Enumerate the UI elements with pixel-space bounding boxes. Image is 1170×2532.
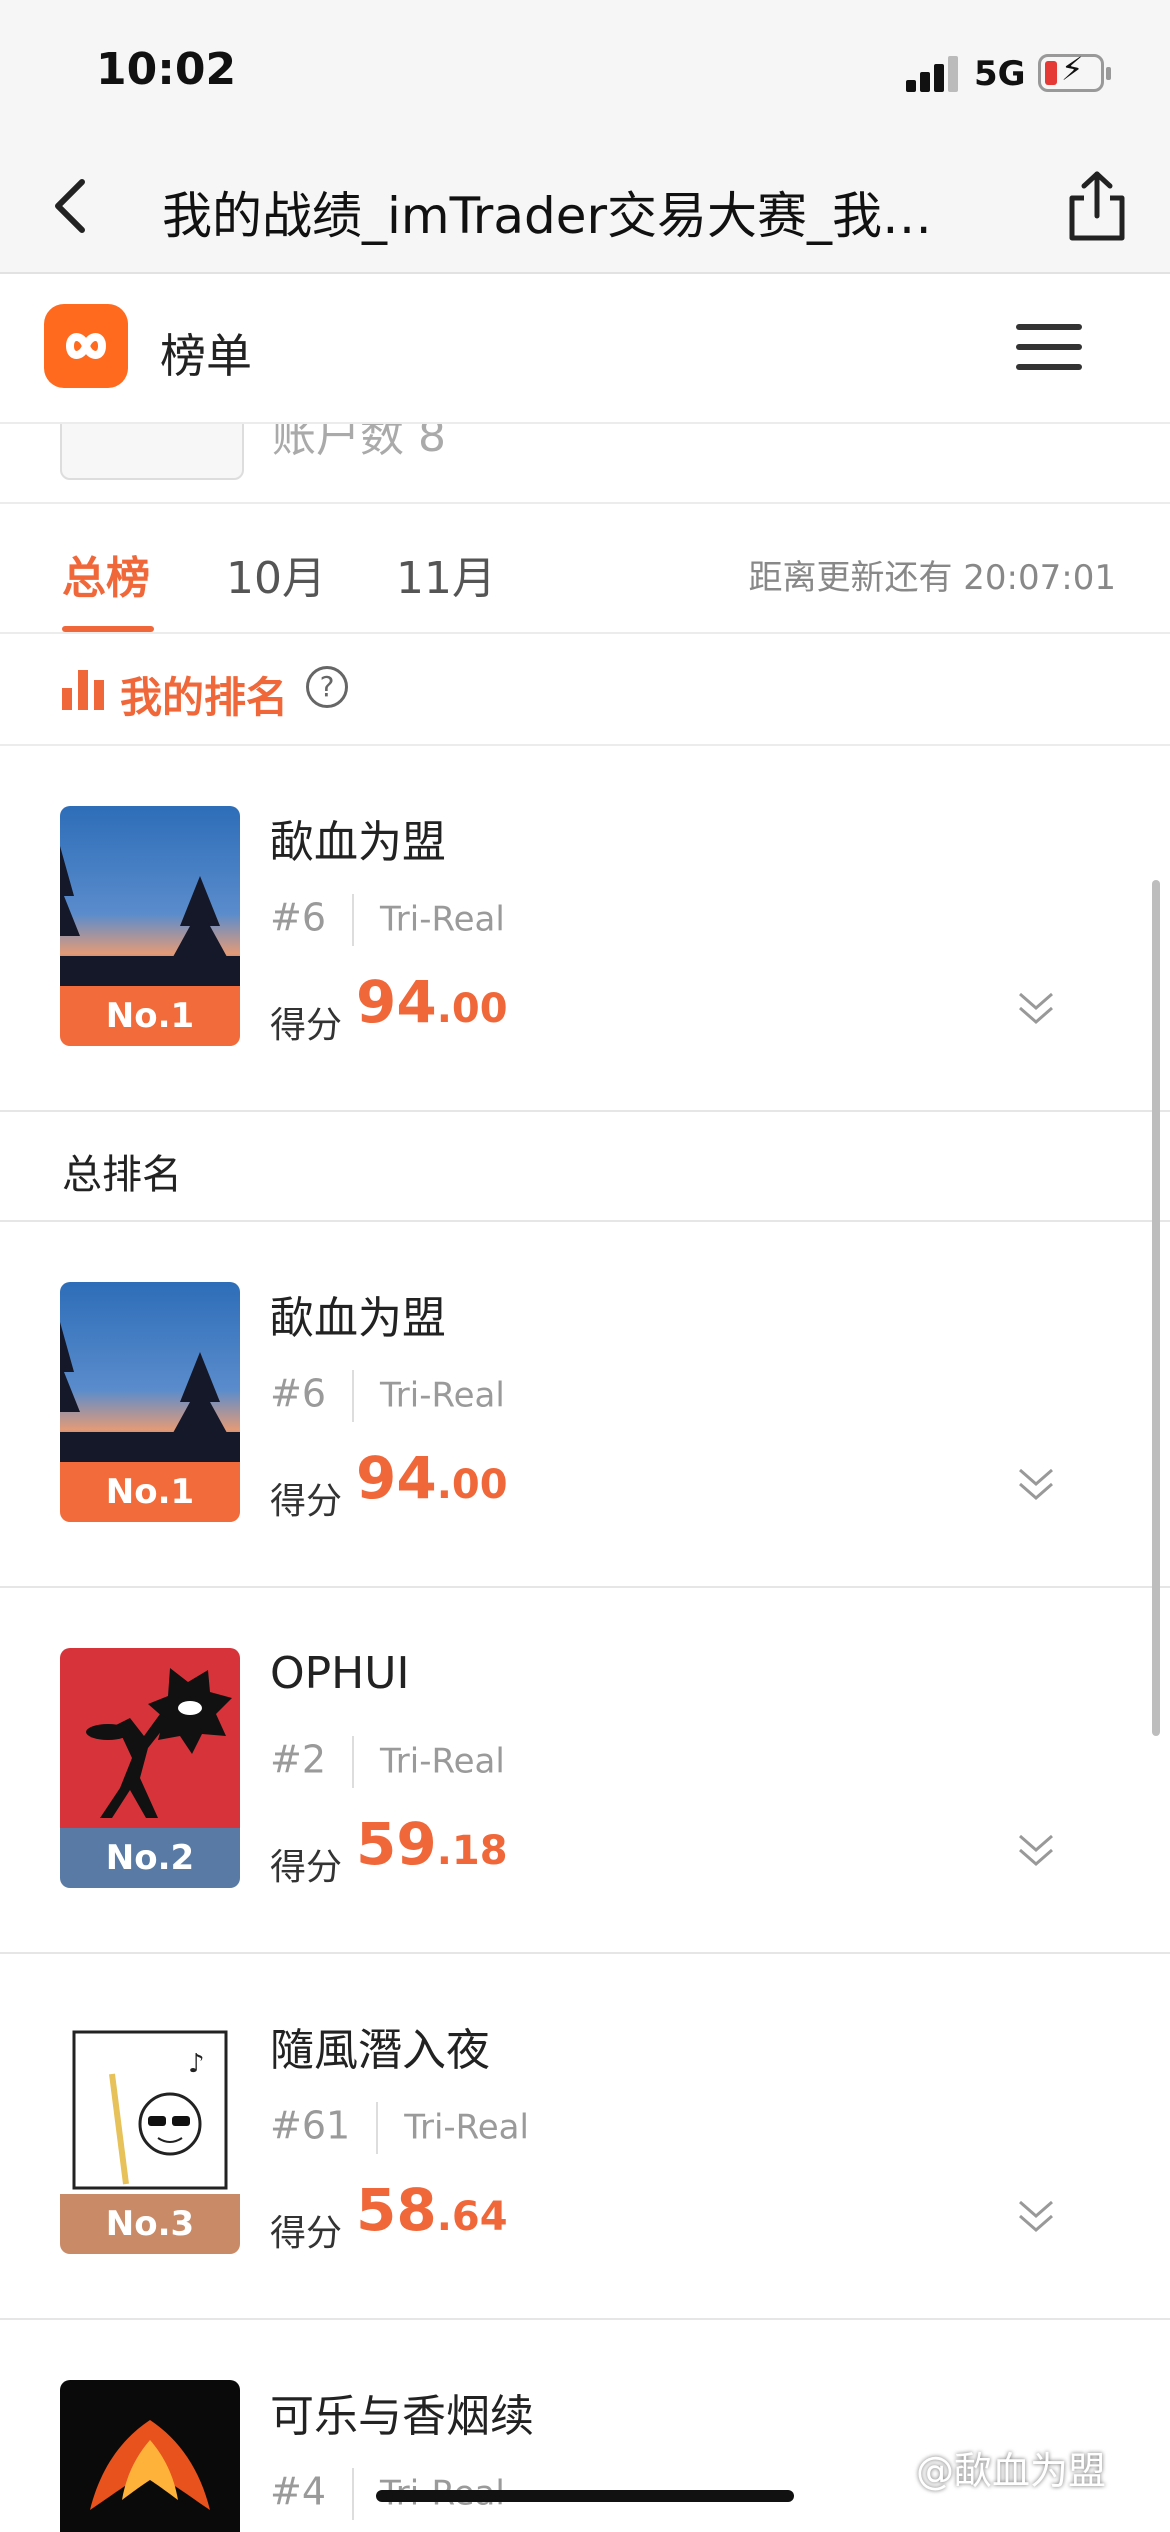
- tab-november[interactable]: 11月: [396, 542, 496, 606]
- countdown-time: 20:07:01: [963, 558, 1116, 598]
- rank-badge: No.1: [60, 986, 240, 1046]
- ranking-card-1[interactable]: No.1 歃血为盟 #6 Tri-Real 得分 94.00: [0, 1222, 1170, 1588]
- double-chevron-down-icon[interactable]: [1014, 1462, 1058, 1506]
- network-type: 5G: [974, 54, 1026, 94]
- user-name: OPHUI: [270, 1648, 410, 1699]
- red-cartoon-avatar-image: [60, 1648, 240, 1828]
- watermark: @歃血为盟: [916, 2449, 1107, 2493]
- score-value: 94.00: [356, 1444, 508, 1512]
- rank-badge: No.1: [60, 1462, 240, 1522]
- account-type: Tri-Real: [380, 1375, 505, 1416]
- status-bar: 10:02 5G ⚡: [0, 0, 1170, 140]
- user-id: #6: [270, 895, 327, 940]
- share-icon[interactable]: [1062, 170, 1132, 242]
- score-dec: .18: [436, 1828, 508, 1874]
- account-type: Tri-Real: [404, 2107, 529, 2148]
- sunset-avatar-image: [60, 806, 240, 986]
- user-name: 隨風潛入夜: [270, 2025, 490, 2076]
- menu-icon[interactable]: [1016, 324, 1082, 370]
- tab-october[interactable]: 10月: [226, 542, 326, 606]
- user-meta: #61 Tri-Real: [270, 2102, 529, 2154]
- help-icon[interactable]: ?: [306, 666, 348, 708]
- avatar: ♪ No.3: [60, 2014, 240, 2254]
- user-name: 歃血为盟: [270, 817, 446, 868]
- my-rank-label: 我的排名: [120, 673, 289, 722]
- double-chevron-down-icon[interactable]: [1014, 1828, 1058, 1872]
- avatar: No.2: [60, 1648, 240, 1888]
- double-chevron-down-icon[interactable]: [1014, 986, 1058, 1030]
- score-dec: .64: [436, 2194, 508, 2240]
- nav-bar: 我的战绩_imTrader交易大赛_我…: [0, 140, 1170, 274]
- my-rank-card[interactable]: No.1 歃血为盟 #6 Tri-Real 得分 94.00: [0, 746, 1170, 1112]
- score-value: 94.00: [356, 968, 508, 1036]
- infinity-logo-icon: [65, 333, 107, 359]
- app-logo: [44, 304, 128, 388]
- avatar: No.1: [60, 1282, 240, 1522]
- score-dec: .00: [436, 1462, 508, 1508]
- tab-overall[interactable]: 总榜: [62, 542, 150, 606]
- score-label: 得分: [270, 1847, 343, 1888]
- svg-text:♪: ♪: [188, 2049, 205, 2079]
- user-meta: #6 Tri-Real: [270, 894, 505, 946]
- phoenix-avatar-image: [60, 2380, 240, 2532]
- partial-text: 账户数 8: [272, 424, 446, 462]
- bar-chart-icon: [62, 670, 104, 710]
- score-int: 58: [356, 2176, 437, 2244]
- rank-badge: No.3: [60, 2194, 240, 2254]
- user-name: 歃血为盟: [270, 1293, 446, 1344]
- rank-badge: No.2: [60, 1828, 240, 1888]
- user-meta: #6 Tri-Real: [270, 1370, 505, 1422]
- battery-icon: ⚡: [1038, 53, 1111, 92]
- user-id: #61: [270, 2103, 351, 2148]
- score-label: 得分: [270, 1481, 343, 1522]
- signal-icon: [906, 56, 962, 92]
- overall-ranking-header: 总排名: [0, 1112, 1170, 1222]
- section-title: 总排名: [62, 1152, 182, 1198]
- user-name: 可乐与香烟续: [270, 2391, 534, 2442]
- avatar: No.1: [60, 806, 240, 1046]
- score-dec: .00: [436, 986, 508, 1032]
- partial-row: 账户数 8: [0, 424, 1170, 504]
- avatar: [60, 2380, 240, 2532]
- scrollbar[interactable]: [1152, 880, 1160, 1736]
- app-header: 榜单: [0, 274, 1170, 424]
- account-type: Tri-Real: [380, 1741, 505, 1782]
- double-chevron-down-icon[interactable]: [1014, 2194, 1058, 2238]
- account-type: Tri-Real: [380, 899, 505, 940]
- ranking-card-3[interactable]: ♪ No.3 隨風潛入夜 #61 Tri-Real 得分 58.64: [0, 1954, 1170, 2320]
- my-rank-header: 我的排名 ?: [0, 634, 1170, 746]
- tab-underline: [62, 626, 154, 632]
- sunset-avatar-image: [60, 1282, 240, 1462]
- app-title: 榜单: [160, 329, 252, 383]
- user-id: #2: [270, 1737, 327, 1782]
- user-id: #6: [270, 1371, 327, 1416]
- score-value: 58.64: [356, 2176, 508, 2244]
- score-value: 59.18: [356, 1810, 508, 1878]
- page-title: 我的战绩_imTrader交易大赛_我…: [162, 187, 933, 245]
- update-countdown: 距离更新还有 20:07:01: [748, 550, 1116, 599]
- score-int: 94: [356, 1444, 437, 1512]
- countdown-label: 距离更新还有: [748, 558, 953, 598]
- score-int: 94: [356, 968, 437, 1036]
- home-indicator[interactable]: [376, 2490, 794, 2502]
- status-time: 10:02: [96, 44, 237, 95]
- sketch-avatar-image: ♪: [60, 2014, 240, 2194]
- score-label: 得分: [270, 2213, 343, 2254]
- partial-box: [60, 424, 244, 480]
- ranking-card-2[interactable]: No.2 OPHUI #2 Tri-Real 得分 59.18: [0, 1588, 1170, 1954]
- score-int: 59: [356, 1810, 437, 1878]
- score-label: 得分: [270, 1005, 343, 1046]
- back-icon[interactable]: [44, 176, 104, 236]
- user-meta: #2 Tri-Real: [270, 1736, 505, 1788]
- user-id: #4: [270, 2469, 327, 2514]
- tabs-row: 总榜 10月 11月 距离更新还有 20:07:01: [0, 504, 1170, 634]
